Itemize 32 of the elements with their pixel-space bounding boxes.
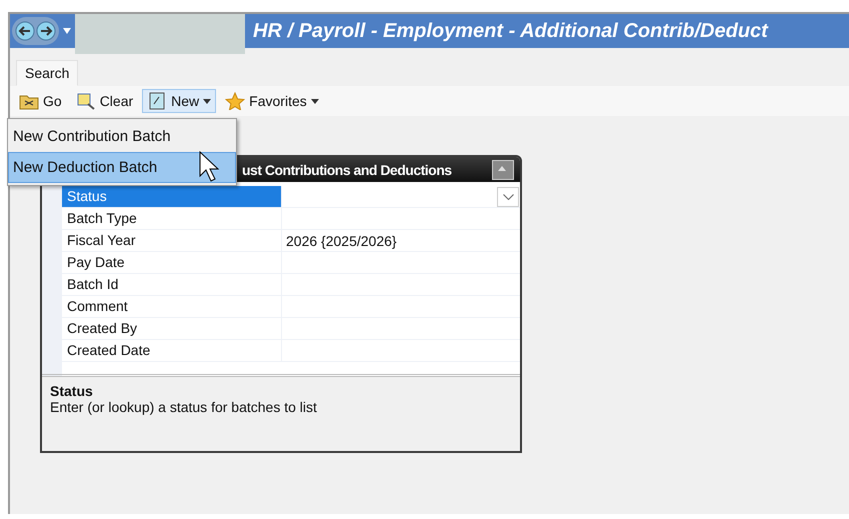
property-label[interactable]: Pay Date: [62, 252, 282, 273]
property-label[interactable]: Status: [62, 186, 282, 207]
toolbar-button[interactable]: Favorites: [220, 89, 324, 113]
property-label[interactable]: Created Date: [62, 340, 282, 361]
menu-item[interactable]: New Deduction Batch: [8, 152, 236, 183]
forward-icon[interactable]: [36, 21, 56, 41]
menu-item[interactable]: New Contribution Batch: [8, 121, 236, 152]
toolbar-button[interactable]: New: [142, 89, 216, 113]
property-label[interactable]: Comment: [62, 296, 282, 317]
star-icon: [225, 92, 246, 110]
search-tab[interactable]: Search: [16, 60, 78, 86]
property-label[interactable]: Created By: [62, 318, 282, 339]
document-icon: [147, 92, 168, 110]
help-text: Enter (or lookup) a status for batches to list: [50, 399, 318, 415]
panel-title: ust Contributions and Deductions: [242, 162, 452, 178]
dropdown-button[interactable]: [497, 186, 519, 206]
cursor-icon: [198, 150, 222, 184]
magnifier-icon: [76, 92, 96, 110]
property-value[interactable]: 2026 {2025/2026}: [286, 232, 397, 248]
window-title: HR / Payroll - Employment - Additional Contrib/Deduct: [253, 20, 768, 42]
property-label[interactable]: Batch Id: [62, 274, 282, 295]
toolbar-button[interactable]: Clear: [70, 89, 138, 113]
caret-icon: [310, 98, 319, 104]
back-icon[interactable]: [15, 21, 35, 41]
property-label[interactable]: Fiscal Year: [62, 230, 282, 251]
help-title: Status: [50, 383, 94, 399]
caret-icon: [203, 98, 212, 104]
caret-icon[interactable]: [63, 28, 71, 34]
collapse-button[interactable]: [492, 160, 514, 180]
toolbar-button[interactable]: Go: [14, 89, 67, 113]
chevron-down-icon: [502, 194, 514, 200]
property-label[interactable]: Batch Type: [62, 208, 282, 229]
